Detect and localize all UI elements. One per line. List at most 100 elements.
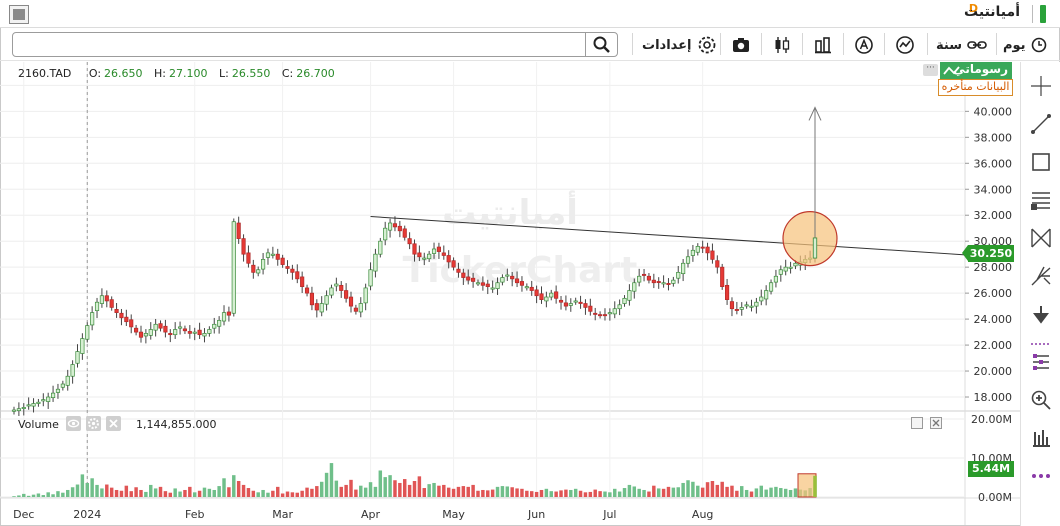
candle xyxy=(309,286,315,311)
volume-bar-down xyxy=(129,491,133,497)
fibonacci-tool[interactable] xyxy=(1029,188,1053,212)
rectangle-tool[interactable] xyxy=(1029,150,1053,174)
indicator-settings[interactable] xyxy=(86,416,101,431)
volume-bar-down xyxy=(300,490,304,497)
more-tools-button[interactable] xyxy=(1029,464,1053,488)
candle-body-down xyxy=(290,268,295,273)
volume-bar-up xyxy=(788,489,793,497)
user-drawings[interactable] xyxy=(370,106,966,498)
candle-body-up xyxy=(65,375,70,386)
trendline-tool[interactable] xyxy=(1029,112,1053,136)
candle xyxy=(378,237,383,258)
drawings-label[interactable]: رسوماتي xyxy=(940,62,1012,79)
drawings-menu-button[interactable]: ··· xyxy=(923,64,938,76)
candle-body-up xyxy=(55,388,61,393)
candle xyxy=(676,265,681,284)
candle-body-down xyxy=(720,266,725,287)
candle xyxy=(768,279,774,295)
candle-body-up xyxy=(221,312,227,322)
date-tick-label: Aug xyxy=(692,508,713,521)
volume-bar-down xyxy=(554,491,558,497)
volume-bar-down xyxy=(105,484,109,497)
candle xyxy=(26,397,31,410)
grid-lines xyxy=(0,62,1020,525)
volume-profile-tool[interactable] xyxy=(1029,426,1053,450)
candle-body-down xyxy=(519,281,525,286)
last-volume-bar xyxy=(813,475,817,497)
volume-bar-up xyxy=(378,470,383,497)
pane-maximize-button[interactable] xyxy=(911,417,923,429)
zoom-tool[interactable] xyxy=(1029,388,1053,412)
candle-body-down xyxy=(715,260,720,268)
candle xyxy=(373,248,378,278)
price-tick-label: 36.000 xyxy=(974,157,1013,170)
volume-bar-up xyxy=(671,487,676,497)
volume-bar-down xyxy=(442,484,446,497)
pattern-tool[interactable] xyxy=(1029,226,1053,250)
candle-body-down xyxy=(280,257,285,265)
visibility-toggle[interactable] xyxy=(66,416,81,431)
volume-bar-up xyxy=(222,478,226,497)
candle-body-up xyxy=(759,296,764,302)
candle-body-down xyxy=(417,252,422,258)
volume-bar-up xyxy=(427,484,431,497)
candle xyxy=(363,283,368,311)
volume-bar-up xyxy=(329,463,334,497)
volume-bar-down xyxy=(315,486,319,497)
candle xyxy=(671,276,676,287)
indicator-remove[interactable] xyxy=(106,416,121,431)
date-axis[interactable]: Dec 2024 Feb Mar Apr May Jun Jul Aug xyxy=(13,508,713,521)
volume-bar-up xyxy=(266,492,270,497)
candle xyxy=(773,269,779,288)
indicators-tool[interactable] xyxy=(1029,350,1053,374)
volume-bar-up xyxy=(153,488,158,497)
candle xyxy=(90,306,95,331)
candle-body-up xyxy=(358,303,363,313)
volume-bar-down xyxy=(246,488,251,497)
candle xyxy=(50,385,56,402)
candle-body-up xyxy=(31,403,36,407)
candle-body-up xyxy=(607,312,612,315)
volume-bar-up xyxy=(759,485,764,497)
pane-close-button[interactable] xyxy=(930,417,942,429)
volume-bar-down xyxy=(529,491,534,497)
candle xyxy=(397,220,402,238)
volume-bar-down xyxy=(735,490,739,497)
candle-body-up xyxy=(568,303,573,306)
pitchfork-tool[interactable] xyxy=(1029,264,1053,288)
volume-bar-down xyxy=(564,489,568,497)
ohlc-legend: 2160.TAD O: 26.650 H: 27.100 L: 26.550 C: 26… xyxy=(18,67,343,80)
volume-bar-up xyxy=(608,492,612,497)
candle xyxy=(129,314,134,334)
candle xyxy=(212,317,217,334)
candle-body-down xyxy=(729,301,735,310)
candle xyxy=(46,392,51,409)
candle-body-up xyxy=(85,325,90,340)
arrow-tool[interactable] xyxy=(1029,302,1053,326)
candle-body-up xyxy=(524,286,529,289)
candle-body-down xyxy=(104,295,109,302)
candle-body-up xyxy=(75,351,80,364)
volume-bar-up xyxy=(192,492,197,497)
volume-axis[interactable]: 20.00M10.00M0.00M xyxy=(971,413,1012,504)
price-axis[interactable]: 42.00040.00038.00036.00034.00032.00030.0… xyxy=(965,79,1012,404)
candle xyxy=(681,258,686,282)
volume-bar-down xyxy=(456,486,461,497)
candle-body-down xyxy=(187,331,192,334)
candle xyxy=(134,324,139,336)
breakout-highlight-circle[interactable] xyxy=(782,210,838,267)
candle-body-up xyxy=(329,287,334,296)
volume-bar-up xyxy=(637,488,641,497)
volume-bar-up xyxy=(41,495,46,497)
candle-body-up xyxy=(143,333,148,337)
volume-bar-up xyxy=(681,482,685,497)
candle-body-down xyxy=(348,296,354,307)
volume-tick-label: 20.00M xyxy=(971,413,1012,426)
candle-body-down xyxy=(309,292,315,306)
crosshair-tool[interactable] xyxy=(1029,74,1053,98)
candle-body-up xyxy=(90,312,95,326)
candle xyxy=(221,305,227,326)
date-tick-label: May xyxy=(442,508,465,521)
watermark-name: أميانتيت xyxy=(442,190,578,233)
candle xyxy=(265,248,271,265)
